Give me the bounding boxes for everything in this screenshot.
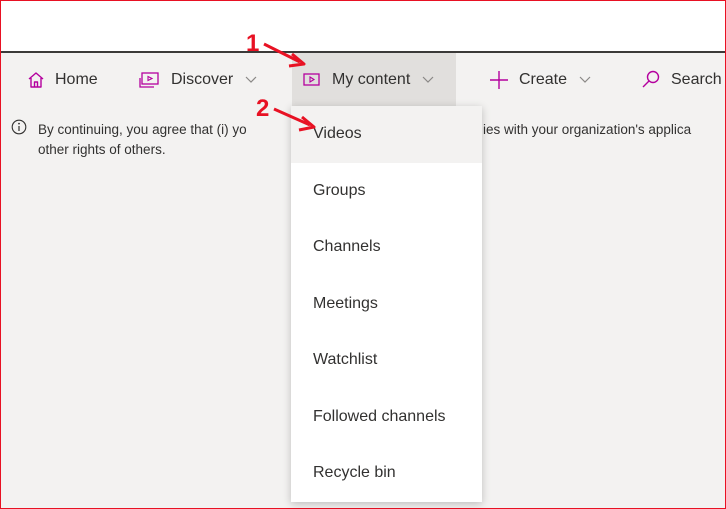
- discover-icon: [137, 71, 161, 89]
- nav-search[interactable]: Search: [641, 53, 722, 107]
- step-1-marker: 1: [246, 30, 260, 57]
- step-1-arrow: [263, 42, 306, 68]
- nav-home[interactable]: Home: [27, 53, 98, 107]
- nav-my-content[interactable]: My content: [292, 53, 457, 107]
- chevron-down-icon: [243, 76, 257, 84]
- video-icon: [302, 72, 322, 88]
- nav-search-label: Search: [671, 71, 722, 88]
- notice-text-end: ies with your organization's applica: [483, 122, 692, 137]
- menu-item-channels[interactable]: Channels: [291, 219, 482, 276]
- search-icon: [641, 70, 661, 90]
- nav-discover-label: Discover: [171, 71, 234, 88]
- menu-item-recycle-bin[interactable]: Recycle bin: [291, 445, 482, 502]
- menu-item-meetings[interactable]: Meetings: [291, 276, 482, 333]
- notice-text-line2: other rights of others.: [38, 142, 166, 157]
- my-content-menu: Videos Groups Channels Meetings Watchlis…: [291, 106, 482, 502]
- header-blank: [1, 1, 725, 51]
- nav-create[interactable]: Create: [489, 53, 591, 107]
- home-icon: [27, 71, 45, 89]
- menu-item-followed-channels[interactable]: Followed channels: [291, 389, 482, 446]
- notice-text-start: By continuing, you agree that (i) yo: [38, 122, 247, 137]
- chevron-down-icon: [420, 76, 434, 84]
- step-2-arrow: [273, 107, 316, 132]
- menu-item-groups[interactable]: Groups: [291, 163, 482, 220]
- step-2-marker: 2: [256, 95, 270, 122]
- info-icon: [11, 119, 27, 141]
- nav-my-content-label: My content: [332, 71, 411, 88]
- plus-icon: [489, 70, 509, 90]
- main-navigation: Home Discover My content Create Search: [1, 53, 725, 107]
- nav-home-label: Home: [55, 71, 98, 88]
- chevron-down-icon: [577, 76, 591, 84]
- nav-discover[interactable]: Discover: [137, 53, 257, 107]
- nav-create-label: Create: [519, 71, 568, 88]
- menu-item-watchlist[interactable]: Watchlist: [291, 332, 482, 389]
